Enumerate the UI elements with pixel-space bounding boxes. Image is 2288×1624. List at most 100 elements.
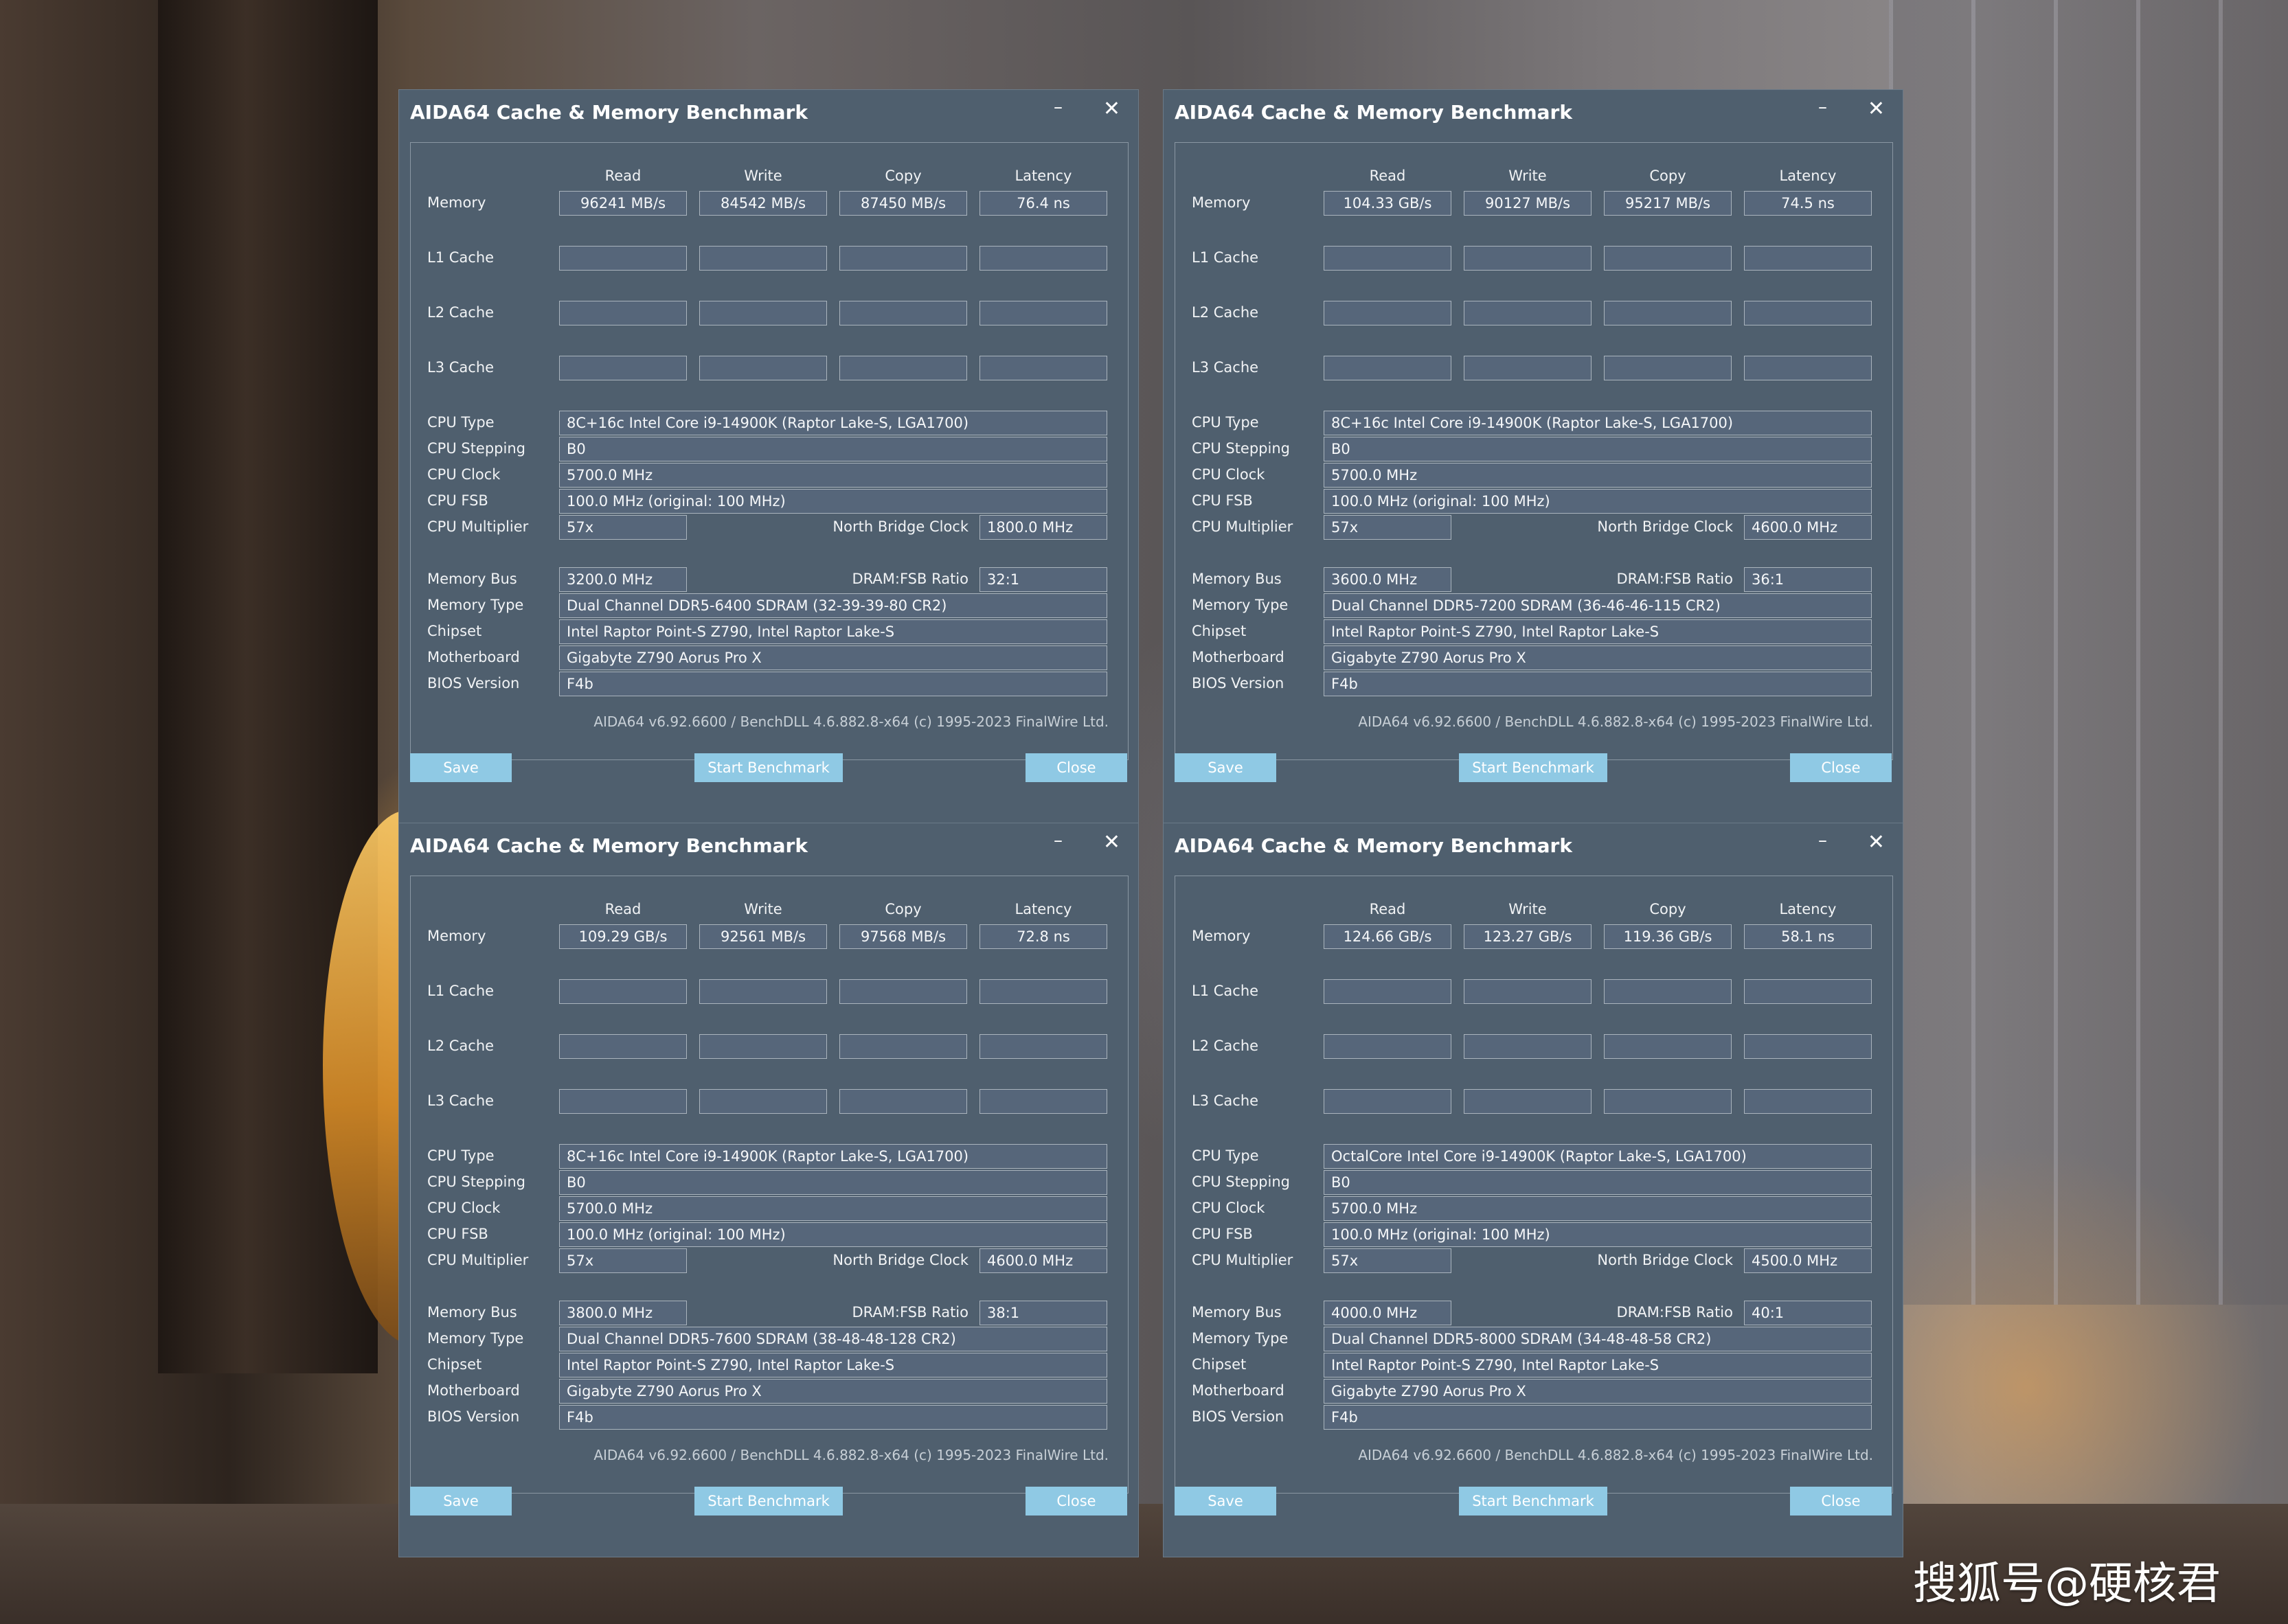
cpu-type-value: 8C+16c Intel Core i9-14900K (Raptor Lake…	[559, 1144, 1107, 1169]
close-button[interactable]: Close	[1026, 1487, 1127, 1516]
l2-latency-value	[1744, 301, 1872, 325]
title-bar[interactable]: AIDA64 Cache & Memory Benchmark – ✕	[399, 90, 1138, 137]
memory-type-label: Memory Type	[427, 1330, 524, 1347]
title-bar[interactable]: AIDA64 Cache & Memory Benchmark – ✕	[1164, 90, 1903, 137]
l2-latency-value	[979, 301, 1107, 325]
l3-copy-value	[1604, 356, 1732, 380]
l1-write-value	[1464, 979, 1592, 1004]
minimize-icon[interactable]: –	[1818, 830, 1827, 851]
l3-copy-value	[839, 1089, 967, 1114]
column-header-write: Write	[1508, 168, 1547, 184]
north-bridge-clock-label: North Bridge Clock	[1597, 518, 1733, 535]
north-bridge-clock-value: 4600.0 MHz	[1744, 515, 1872, 540]
memory-bus-value: 4000.0 MHz	[1324, 1301, 1451, 1325]
chipset-value: Intel Raptor Point-S Z790, Intel Raptor …	[1324, 1353, 1872, 1377]
chipset-value: Intel Raptor Point-S Z790, Intel Raptor …	[1324, 619, 1872, 644]
l1-copy-value	[1604, 246, 1732, 271]
north-bridge-clock-label: North Bridge Clock	[832, 1252, 969, 1268]
column-header-read: Read	[604, 168, 642, 184]
title-bar[interactable]: AIDA64 Cache & Memory Benchmark – ✕	[1164, 823, 1903, 870]
l1-cache-label: L1 Cache	[427, 983, 495, 999]
north-bridge-clock-label: North Bridge Clock	[832, 518, 969, 535]
close-icon[interactable]: ✕	[1868, 97, 1885, 121]
cpu-type-label: CPU Type	[427, 414, 495, 431]
save-button[interactable]: Save	[410, 753, 512, 782]
version-footer: AIDA64 v6.92.6600 / BenchDLL 4.6.882.8-x…	[1358, 1447, 1873, 1463]
column-header-copy: Copy	[885, 901, 922, 917]
l2-latency-value	[1744, 1034, 1872, 1059]
benchmark-window-2: AIDA64 Cache & Memory Benchmark – ✕ Read…	[1163, 89, 1903, 824]
minimize-icon[interactable]: –	[1818, 97, 1827, 117]
save-button[interactable]: Save	[1175, 753, 1276, 782]
cpu-fsb-value: 100.0 MHz (original: 100 MHz)	[1324, 489, 1872, 514]
cpu-type-value: OctalCore Intel Core i9-14900K (Raptor L…	[1324, 1144, 1872, 1169]
l1-latency-value	[979, 246, 1107, 271]
cpu-multiplier-label: CPU Multiplier	[1192, 1252, 1293, 1268]
l3-write-value	[699, 356, 827, 380]
cpu-fsb-value: 100.0 MHz (original: 100 MHz)	[559, 489, 1107, 514]
benchmark-panel: Read Write Copy Latency Memory 96241 MB/…	[410, 142, 1129, 760]
memory-type-value: Dual Channel DDR5-8000 SDRAM (34-48-48-5…	[1324, 1327, 1872, 1351]
l1-read-value	[559, 246, 687, 271]
memory-label: Memory	[427, 928, 486, 944]
close-icon[interactable]: ✕	[1103, 97, 1120, 121]
start-benchmark-button[interactable]: Start Benchmark	[694, 1487, 843, 1516]
l1-cache-label: L1 Cache	[1192, 249, 1259, 266]
window-title: AIDA64 Cache & Memory Benchmark	[1175, 834, 1572, 857]
chipset-label: Chipset	[1192, 623, 1247, 639]
motherboard-label: Motherboard	[1192, 1382, 1284, 1399]
save-button[interactable]: Save	[1175, 1487, 1276, 1516]
save-button[interactable]: Save	[410, 1487, 512, 1516]
memory-type-value: Dual Channel DDR5-6400 SDRAM (32-39-39-8…	[559, 593, 1107, 618]
l3-read-value	[1324, 1089, 1451, 1114]
column-header-copy: Copy	[885, 168, 922, 184]
memory-copy-value: 95217 MB/s	[1604, 191, 1732, 216]
chipset-label: Chipset	[427, 623, 482, 639]
start-benchmark-button[interactable]: Start Benchmark	[1459, 1487, 1607, 1516]
cpu-fsb-label: CPU FSB	[1192, 492, 1253, 509]
cpu-type-label: CPU Type	[1192, 414, 1259, 431]
close-icon[interactable]: ✕	[1868, 830, 1885, 854]
start-benchmark-button[interactable]: Start Benchmark	[694, 753, 843, 782]
north-bridge-clock-label: North Bridge Clock	[1597, 1252, 1733, 1268]
motherboard-label: Motherboard	[427, 649, 520, 665]
l2-read-value	[1324, 301, 1451, 325]
l2-read-value	[1324, 1034, 1451, 1059]
minimize-icon[interactable]: –	[1054, 830, 1063, 851]
l2-write-value	[1464, 1034, 1592, 1059]
l3-copy-value	[1604, 1089, 1732, 1114]
cpu-clock-value: 5700.0 MHz	[1324, 1196, 1872, 1221]
minimize-icon[interactable]: –	[1054, 97, 1063, 117]
cpu-fsb-label: CPU FSB	[1192, 1226, 1253, 1242]
cpu-clock-value: 5700.0 MHz	[1324, 463, 1872, 488]
column-header-read: Read	[1369, 901, 1406, 917]
l1-cache-label: L1 Cache	[1192, 983, 1259, 999]
dram-fsb-ratio-value: 32:1	[979, 567, 1107, 592]
motherboard-label: Motherboard	[427, 1382, 520, 1399]
close-button[interactable]: Close	[1026, 753, 1127, 782]
bios-version-label: BIOS Version	[1192, 675, 1284, 691]
cpu-clock-value: 5700.0 MHz	[559, 1196, 1107, 1221]
close-button[interactable]: Close	[1790, 1487, 1892, 1516]
cpu-clock-label: CPU Clock	[1192, 466, 1265, 483]
column-header-latency: Latency	[1015, 901, 1072, 917]
window-title: AIDA64 Cache & Memory Benchmark	[410, 101, 808, 124]
l3-read-value	[559, 356, 687, 380]
column-header-write: Write	[744, 168, 782, 184]
column-header-copy: Copy	[1649, 168, 1686, 184]
chipset-label: Chipset	[427, 1356, 482, 1373]
bios-version-value: F4b	[559, 1405, 1107, 1430]
close-button[interactable]: Close	[1790, 753, 1892, 782]
close-icon[interactable]: ✕	[1103, 830, 1120, 854]
title-bar[interactable]: AIDA64 Cache & Memory Benchmark – ✕	[399, 823, 1138, 870]
l3-cache-label: L3 Cache	[1192, 359, 1259, 376]
cpu-multiplier-value: 57x	[1324, 515, 1451, 540]
l3-write-value	[699, 1089, 827, 1114]
memory-type-label: Memory Type	[1192, 1330, 1289, 1347]
memory-label: Memory	[1192, 928, 1251, 944]
start-benchmark-button[interactable]: Start Benchmark	[1459, 753, 1607, 782]
background-window	[1889, 0, 2288, 1305]
memory-bus-value: 3600.0 MHz	[1324, 567, 1451, 592]
l1-latency-value	[1744, 979, 1872, 1004]
memory-read-value: 109.29 GB/s	[559, 924, 687, 949]
